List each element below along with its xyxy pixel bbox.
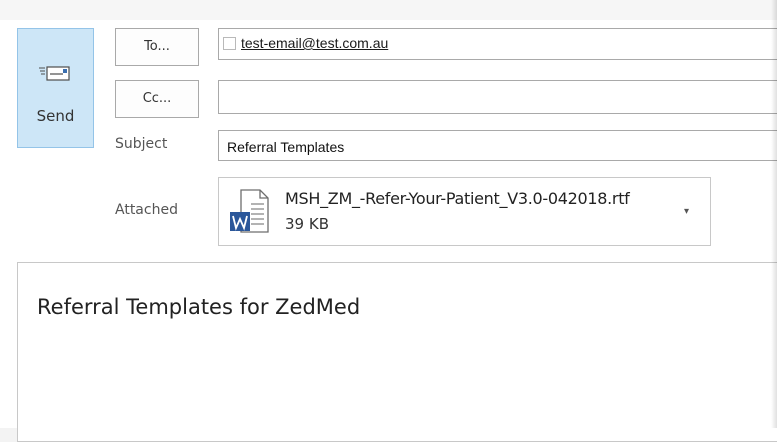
attachment-size: 39 KB — [285, 215, 329, 233]
to-field[interactable]: test-email@test.com.au — [218, 28, 777, 60]
send-button[interactable]: Send — [17, 28, 94, 148]
attached-label: Attached — [115, 202, 178, 218]
recipient-checkbox[interactable] — [223, 36, 236, 50]
attachment-item[interactable]: MSH_ZM_-Refer-Your-Patient_V3.0-042018.r… — [218, 177, 711, 246]
cc-button[interactable]: Cc... — [115, 80, 199, 118]
send-envelope-icon — [39, 66, 70, 81]
subject-label: Subject — [115, 136, 168, 152]
recipient-email[interactable]: test-email@test.com.au — [241, 35, 388, 51]
to-button[interactable]: To... — [115, 28, 199, 66]
compose-window: Send To... test-email@test.com.au Cc... … — [0, 0, 777, 442]
attachment-filename: MSH_ZM_-Refer-Your-Patient_V3.0-042018.r… — [285, 189, 630, 208]
top-bar — [0, 0, 777, 20]
word-document-icon — [230, 189, 269, 233]
send-label: Send — [36, 107, 75, 125]
subject-text: Referral Templates — [227, 139, 345, 155]
recipient-chip[interactable]: test-email@test.com.au — [223, 35, 388, 51]
message-body[interactable]: Referral Templates for ZedMed — [17, 262, 777, 442]
cc-field[interactable] — [218, 80, 777, 114]
chevron-down-icon[interactable]: ▾ — [684, 206, 689, 217]
body-text: Referral Templates for ZedMed — [37, 295, 361, 319]
subject-field[interactable]: Referral Templates — [218, 130, 777, 161]
